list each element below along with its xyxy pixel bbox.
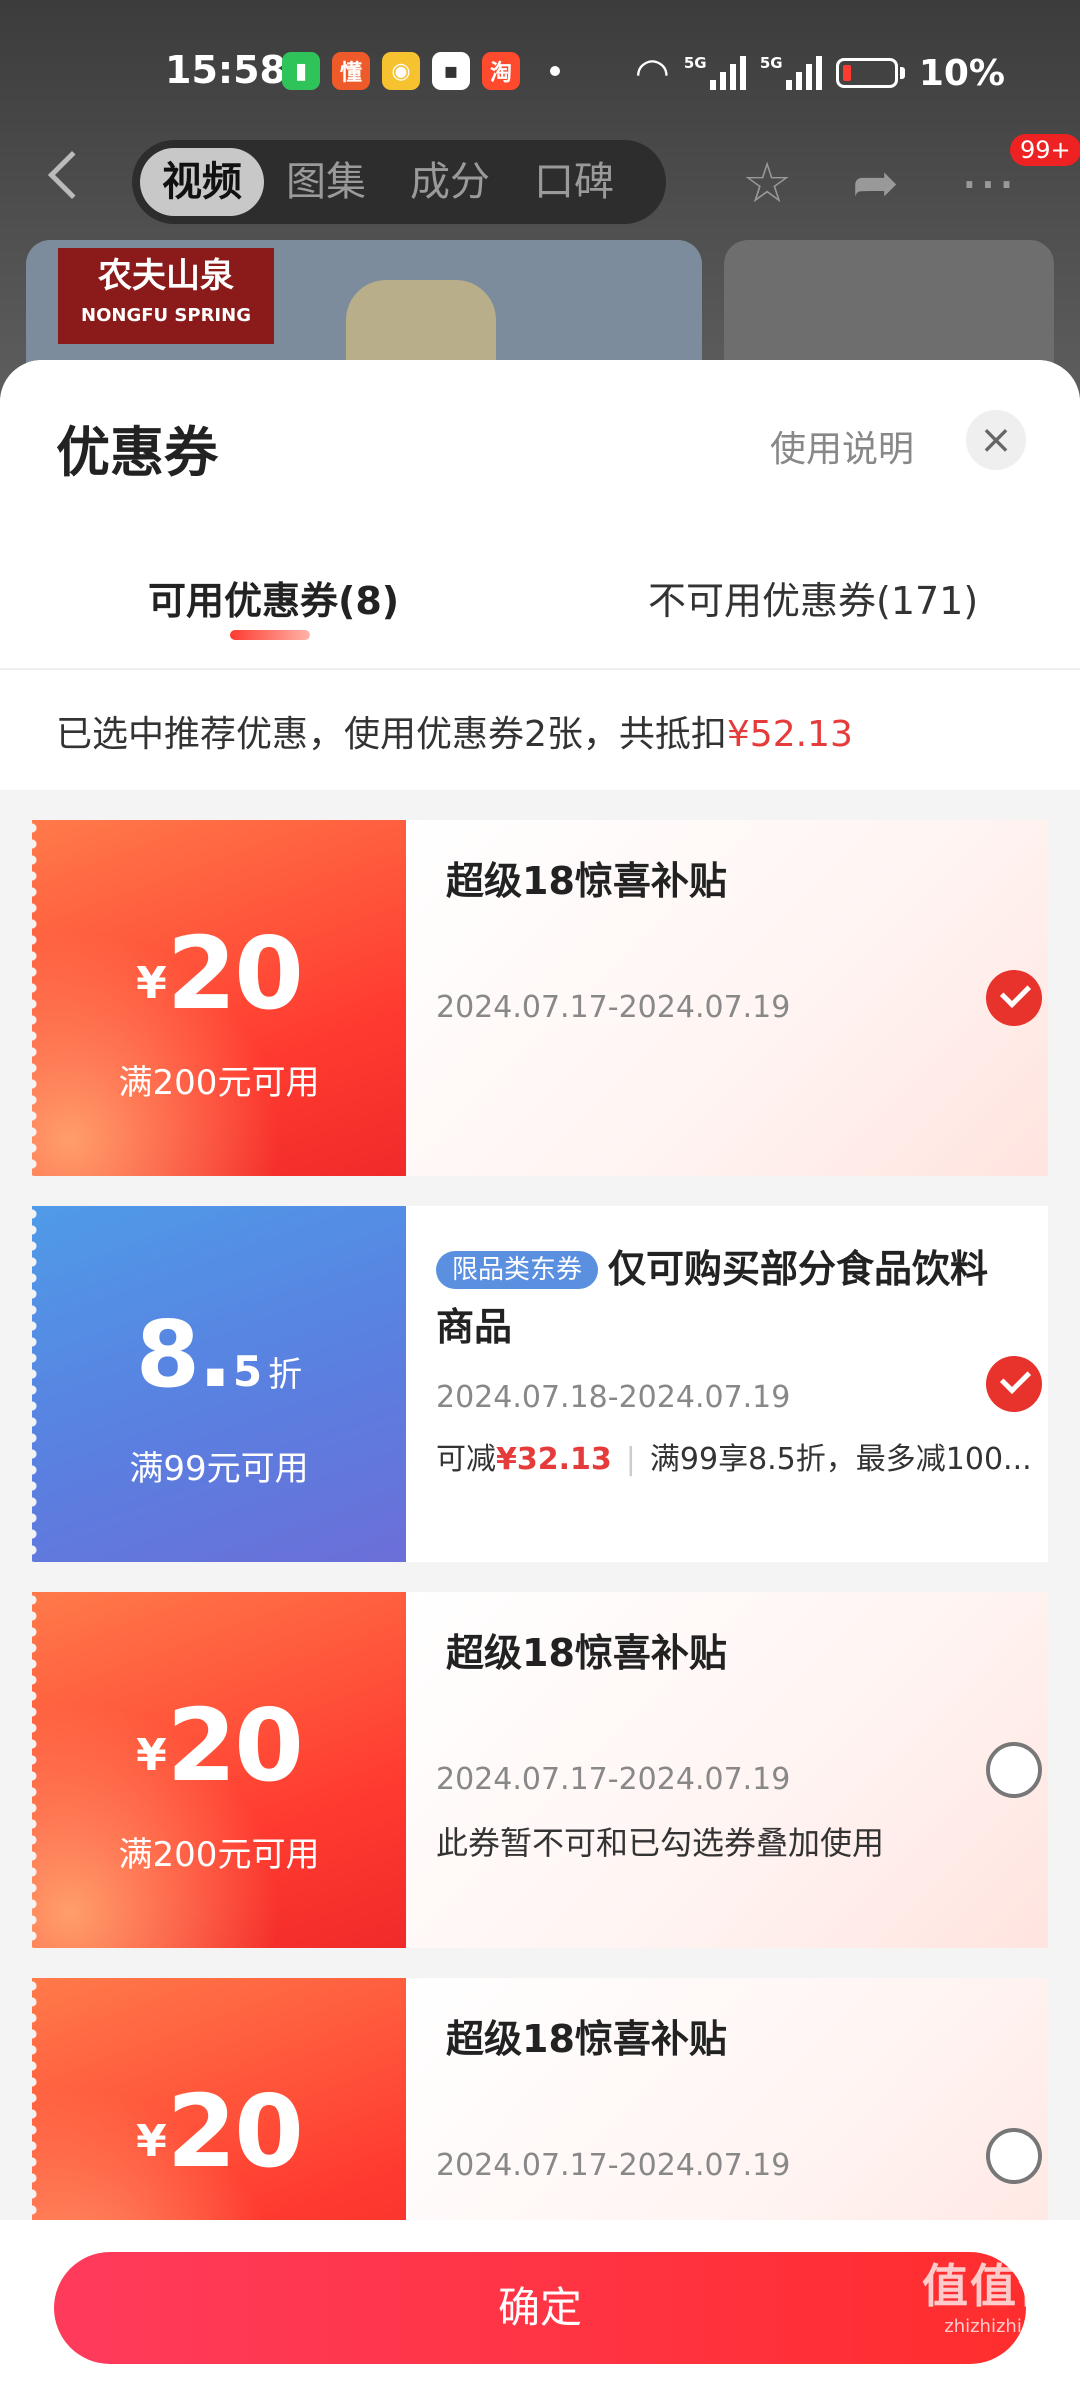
coupon-value-panel: ¥20 满200元可用 — [32, 1592, 406, 1948]
coupon-checkbox-unchecked-icon[interactable] — [986, 1742, 1042, 1798]
sheet-header: 优惠券 使用说明 × 可用优惠券(8) 不可用优惠券(171) 已选中推荐优惠，… — [0, 360, 1080, 790]
coupon-title: 限品类东券 仅可购买部分食品饮料商品 — [436, 1247, 989, 1349]
coupon-info: 超级18惊喜补贴 2024.07.17-2024.07.19 — [406, 820, 1048, 1176]
coupon-amount: ¥20 — [136, 915, 304, 1032]
tab-indicator — [230, 630, 310, 640]
network-type-label: 5G — [759, 54, 783, 72]
coupon-info: 超级18惊喜补贴 2024.07.17-2024.07.19 此券暂不可和已勾选… — [406, 1592, 1048, 1948]
coupon-condition: 满99元可用 — [129, 1449, 309, 1489]
coupon-title: 超级18惊喜补贴 — [446, 2017, 727, 2061]
coupon-condition: 满200元可用 — [118, 1835, 320, 1875]
taobao-icon: 淘 — [482, 52, 520, 90]
share-icon[interactable]: ➦ — [852, 156, 899, 212]
tab-available-coupons[interactable]: 可用优惠券(8) — [148, 570, 399, 625]
weibo-icon: ◉ — [382, 52, 420, 90]
brand-name-cn: 农夫山泉 — [98, 256, 234, 296]
coupon-checkbox-unchecked-icon[interactable] — [986, 2128, 1042, 2184]
status-app-icons: ▮ 懂 ◉ ▪ 淘 — [282, 52, 560, 90]
brand-logo: 农夫山泉 NONGFU SPRING — [58, 248, 274, 344]
back-icon[interactable] — [47, 150, 97, 200]
selection-summary: 已选中推荐优惠，使用优惠券2张，共抵扣¥52.13 — [56, 705, 853, 757]
status-indicators: ◠ 5G 5G 10% — [635, 50, 1005, 96]
sheet-title: 优惠券 — [56, 421, 218, 484]
coupon-list: ¥20 满200元可用 超级18惊喜补贴 2024.07.17-2024.07.… — [32, 820, 1048, 2364]
coupon-date: 2024.07.18-2024.07.19 — [436, 1380, 791, 1415]
signal-icon-1: 5G — [683, 54, 746, 90]
coupon-card[interactable]: ¥20 满200元可用 超级18惊喜补贴 2024.07.17-2024.07.… — [32, 1592, 1048, 1948]
close-icon[interactable]: × — [966, 410, 1026, 470]
coupon-value-panel: 8.5 折 满99元可用 — [32, 1206, 406, 1562]
coupon-title: 超级18惊喜补贴 — [446, 1631, 727, 1675]
category-tag: 限品类东券 — [436, 1251, 599, 1289]
background-page: 15:58 ▮ 懂 ◉ ▪ 淘 ◠ 5G 5G 10% 视频 图集 成分 口碑 … — [0, 0, 1080, 440]
coupon-card[interactable]: ¥20 满200元可用 超级18惊喜补贴 2024.07.17-2024.07.… — [32, 820, 1048, 1176]
tab-gallery[interactable]: 图集 — [264, 148, 388, 216]
coupon-discount: 8.5 折 — [135, 1301, 303, 1408]
tab-unavailable-coupons[interactable]: 不可用优惠券(171) — [648, 570, 978, 625]
favorite-star-icon[interactable]: ☆ — [742, 156, 792, 212]
media-segmented-tabs: 视频 图集 成分 口碑 — [132, 140, 666, 224]
network-type-label: 5G — [683, 54, 707, 72]
message-badge: 99+ — [1010, 134, 1080, 166]
battery-app-icon: ▮ — [282, 52, 320, 90]
summary-text: 已选中推荐优惠，使用优惠券2张，共抵扣 — [56, 714, 727, 755]
signal-icon-2: 5G — [759, 54, 822, 90]
coupon-date: 2024.07.17-2024.07.19 — [436, 990, 791, 1025]
realme-icon: ▪ — [432, 52, 470, 90]
summary-amount: ¥52.13 — [726, 714, 853, 755]
coupon-card[interactable]: 8.5 折 满99元可用 限品类东券 仅可购买部分食品饮料商品 2024.07.18… — [32, 1206, 1048, 1562]
site-watermark: 值值值 zhizhizhi.com — [922, 2259, 1066, 2337]
usage-instructions-link[interactable]: 使用说明 — [770, 420, 914, 472]
coupon-note: 此券暂不可和已勾选券叠加使用 — [436, 1824, 885, 1862]
battery-cap — [899, 67, 905, 79]
battery-icon — [835, 58, 898, 88]
coupon-info: 限品类东券 仅可购买部分食品饮料商品 2024.07.18-2024.07.19 … — [406, 1206, 1048, 1562]
confirm-button[interactable]: 确定 — [54, 2252, 1026, 2364]
tab-video[interactable]: 视频 — [140, 148, 264, 216]
status-bar: 15:58 ▮ 懂 ◉ ▪ 淘 ◠ 5G 5G 10% — [0, 40, 1080, 110]
coupon-date: 2024.07.17-2024.07.19 — [436, 2148, 791, 2183]
coupon-amount: ¥20 — [136, 1687, 304, 1804]
coupon-title: 超级18惊喜补贴 — [446, 859, 727, 903]
brand-name-en: NONGFU SPRING — [81, 305, 251, 326]
top-nav: 视频 图集 成分 口碑 ☆ ➦ ⋯ 99+ — [0, 134, 1080, 228]
tab-reviews[interactable]: 口碑 — [512, 148, 636, 216]
wifi-icon: ◠ — [634, 50, 670, 96]
coupon-date: 2024.07.17-2024.07.19 — [436, 1762, 791, 1797]
coupon-checkbox-checked-icon[interactable] — [986, 970, 1042, 1026]
coupon-detail: 可减¥32.13 | 满99享8.5折，最多减100... — [436, 1442, 1032, 1477]
battery-percent: 10% — [918, 52, 1005, 94]
coupon-checkbox-checked-icon[interactable] — [986, 1356, 1042, 1412]
coupon-amount: ¥20 — [136, 2073, 304, 2190]
status-time: 15:58 — [165, 48, 286, 92]
coupon-sheet: 优惠券 使用说明 × 可用优惠券(8) 不可用优惠券(171) 已选中推荐优惠，… — [0, 360, 1080, 2400]
divider — [0, 668, 1080, 670]
app-notification-icon: 懂 — [332, 52, 370, 90]
more-notifications-icon — [550, 66, 560, 76]
coupon-condition: 满200元可用 — [118, 1063, 320, 1103]
tab-ingredients[interactable]: 成分 — [388, 148, 512, 216]
more-icon[interactable]: ⋯ — [960, 156, 1016, 212]
sheet-footer: 确定 值值值 zhizhizhi.com — [0, 2220, 1080, 2400]
coupon-value-panel: ¥20 满200元可用 — [32, 820, 406, 1176]
